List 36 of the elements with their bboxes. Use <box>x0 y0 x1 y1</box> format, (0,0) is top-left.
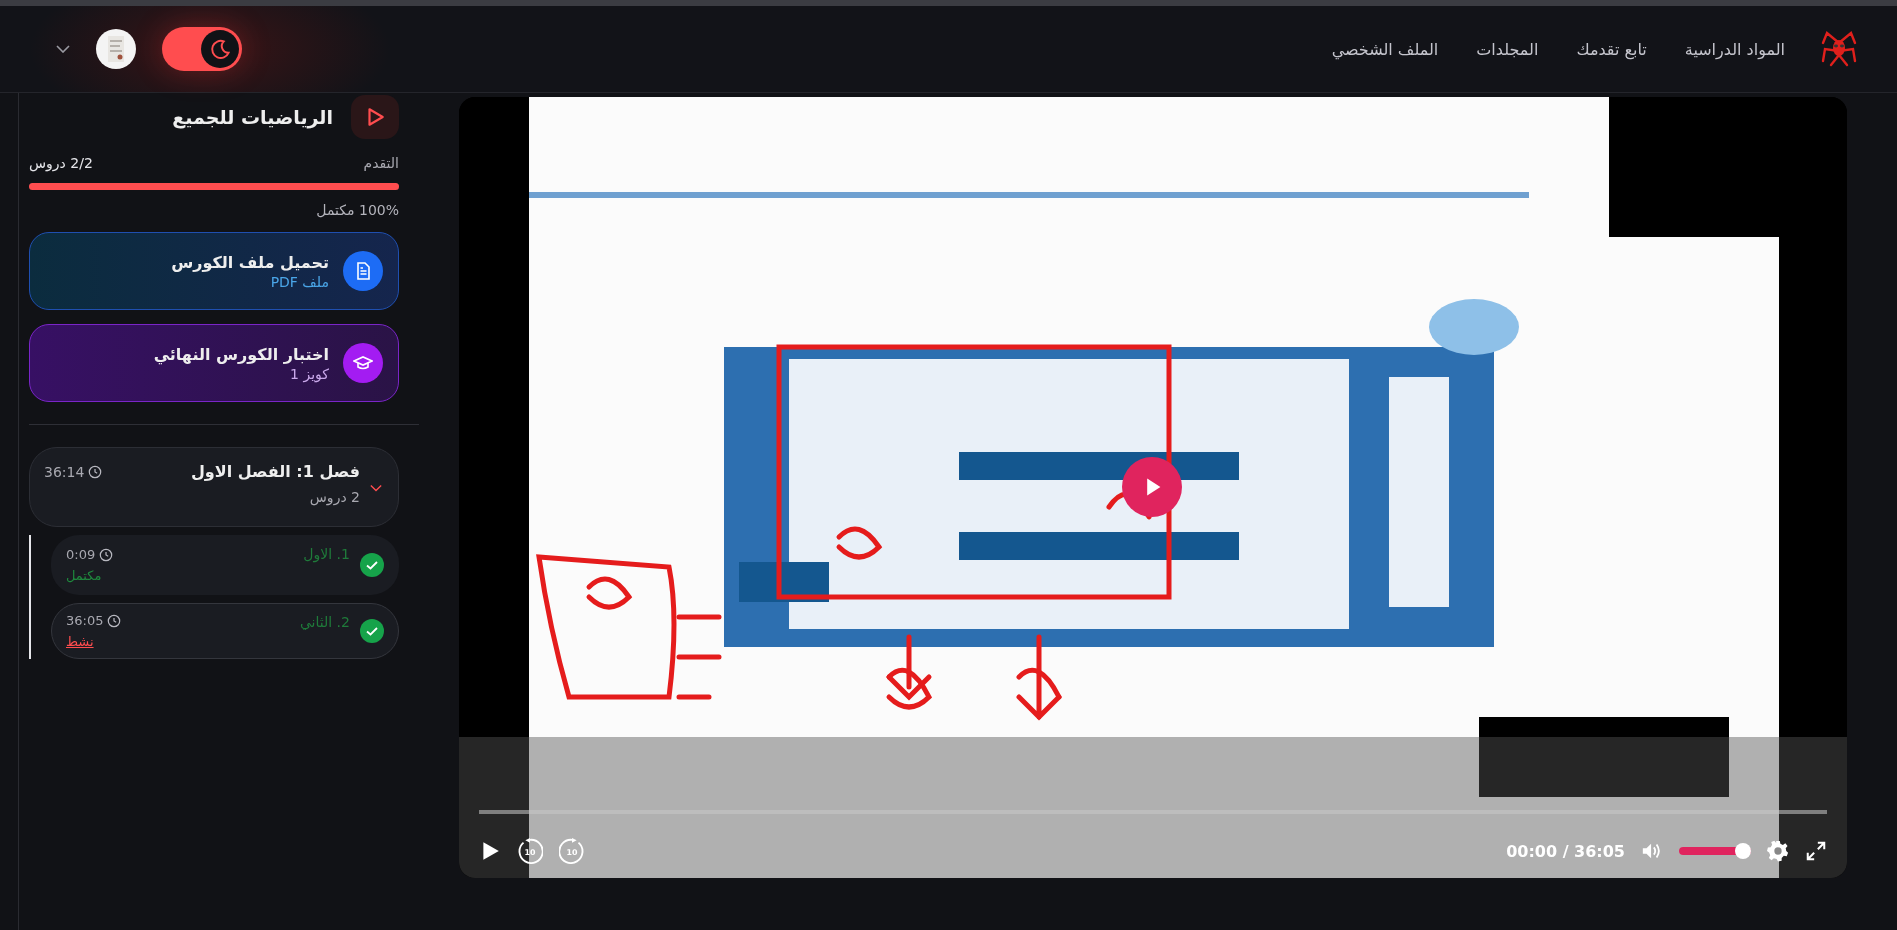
download-card[interactable]: تحميل ملف الكورس ملف PDF <box>29 232 399 310</box>
document-icon <box>343 251 383 291</box>
card-title: تحميل ملف الكورس <box>171 252 329 272</box>
card-title: اختبار الكورس النهائي <box>153 344 329 364</box>
course-title: الرياضيات للجميع <box>172 106 333 128</box>
chevron-down-icon[interactable] <box>56 45 70 53</box>
settings-icon[interactable] <box>1767 840 1789 862</box>
chapter-duration: 36:14 <box>44 464 85 480</box>
chapter-title: فصل 1: الفصل الاول <box>189 462 360 481</box>
nav-link[interactable]: الملف الشخصي <box>1331 39 1439 59</box>
card-subtitle: ملف PDF <box>269 273 329 290</box>
progress-label: التقدم <box>363 155 399 171</box>
nav-link[interactable]: المواد الدراسية <box>1684 39 1785 59</box>
nav-link[interactable]: المجلدات <box>1476 39 1539 59</box>
spider-logo-icon[interactable] <box>1819 29 1859 69</box>
time-display: 00:00 / 36:05 <box>1506 841 1625 861</box>
moon-icon <box>201 30 239 68</box>
lesson-count: 2/2 دروس <box>29 155 93 171</box>
nav-link[interactable]: تابع تقدمك <box>1576 39 1647 59</box>
graduation-cap-icon <box>343 343 383 383</box>
clock-icon <box>88 465 103 479</box>
quiz-card[interactable]: اختبار الكورس النهائي كويز 1 <box>29 324 399 402</box>
lesson-title: 2. الثاني <box>298 614 350 630</box>
clock-icon <box>107 613 122 628</box>
chapter-lesson-count: 2 دروس <box>308 489 360 505</box>
fullscreen-icon[interactable] <box>1805 840 1827 862</box>
lesson-status: نشط <box>66 634 94 649</box>
theme-toggle[interactable] <box>162 27 242 71</box>
clock-icon <box>99 547 114 562</box>
lesson-status: مكتمل <box>66 568 102 583</box>
card-subtitle: كويز 1 <box>289 365 329 382</box>
lesson-duration: 36:05 <box>66 613 104 628</box>
volume-slider[interactable] <box>1679 843 1751 859</box>
lesson-duration: 0:09 <box>66 547 96 562</box>
lesson-title: 1. الاول <box>302 546 350 562</box>
progress-percent: 100% مكتمل <box>315 202 399 218</box>
